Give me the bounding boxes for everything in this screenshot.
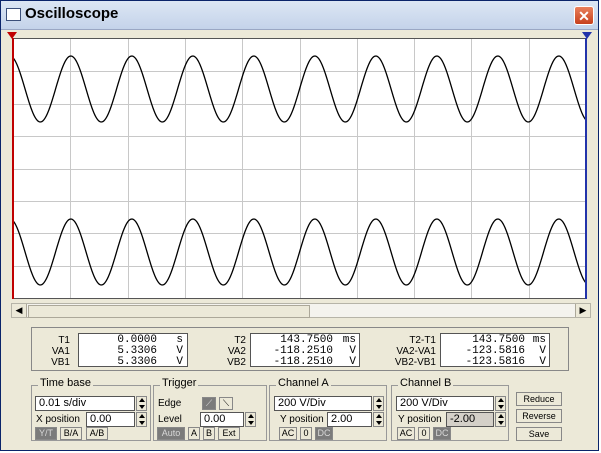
label-vb2: VB2 (227, 357, 246, 368)
label-t1: T1 (58, 335, 70, 346)
channel-b-title: Channel B (398, 377, 454, 389)
scope-graph (13, 39, 586, 298)
title-bar[interactable]: Oscilloscope ✕ (1, 1, 598, 30)
label-va1: VA1 (51, 346, 70, 357)
readout-t1-values: 0.0000 s 5.3306 V 5.3306 V (78, 333, 188, 368)
close-button[interactable]: ✕ (574, 6, 594, 25)
edge-falling-icon[interactable]: ⟍ (219, 397, 233, 410)
scroll-left-icon[interactable]: ◀ (12, 304, 27, 317)
cursor-1-line[interactable] (12, 38, 14, 299)
timebase-title: Time base (38, 377, 93, 389)
channel-b-zero-button[interactable]: 0 (418, 427, 430, 440)
xpos-label: X position (36, 414, 80, 425)
label-vb2-vb1: VB2-VB1 (394, 357, 436, 368)
channel-b-scale-spin-icon[interactable] (495, 396, 506, 411)
value-vb2-vb1: -123.5816 (465, 356, 525, 368)
trigger-title: Trigger (160, 377, 199, 389)
edge-rising-icon[interactable]: ⟋ (202, 397, 216, 410)
label-va2: VA2 (227, 346, 246, 357)
label-t2: T2 (234, 335, 246, 346)
channel-b-dc-button[interactable]: DC (433, 427, 451, 440)
readout-t2-labels: T2 VA2 VB2 (212, 335, 246, 368)
channel-a-section: Channel A 200 V/Div Y position 2.00 AC 0… (269, 377, 387, 441)
label-vb1: VB1 (51, 357, 70, 368)
window-title: Oscilloscope (25, 5, 119, 22)
channel-a-ac-button[interactable]: AC (279, 427, 297, 440)
channel-b-ypos-spin-icon[interactable] (495, 412, 506, 427)
reduce-button[interactable]: Reduce (516, 392, 562, 406)
edge-label: Edge (158, 398, 182, 409)
channel-b-ypos-field[interactable]: -2.00 (446, 412, 494, 427)
trigger-ext-button[interactable]: Ext (218, 427, 240, 440)
timebase-scale-spin-icon[interactable] (136, 396, 147, 411)
mode-yt-button[interactable]: Y/T (35, 427, 57, 440)
channel-b-scale-field[interactable]: 200 V/Div (396, 396, 494, 411)
trigger-section: Trigger Edge ⟋ ⟍ Level 0.00 Auto A B Ext (153, 377, 267, 441)
channel-a-title: Channel A (276, 377, 331, 389)
trigger-b-button[interactable]: B (203, 427, 215, 440)
scope-display (12, 38, 587, 299)
channel-a-scale-field[interactable]: 200 V/Div (274, 396, 372, 411)
label-t2-t1: T2-T1 (409, 335, 436, 346)
readout-t1-labels: T1 VA1 VB1 (36, 335, 70, 368)
value-vb1: 5.3306 (117, 356, 157, 368)
level-label: Level (158, 414, 182, 425)
app-icon (6, 8, 21, 21)
xpos-spin-icon[interactable] (136, 412, 147, 427)
trigger-level-field[interactable]: 0.00 (200, 412, 244, 427)
channel-b-ypos-label: Y position (398, 414, 442, 425)
oscilloscope-window: Oscilloscope ✕ ◀ ▶ T1 VA1 VB1 0.0000 s 5.… (0, 0, 599, 451)
xpos-field[interactable]: 0.00 (86, 412, 135, 427)
measurement-readouts: T1 VA1 VB1 0.0000 s 5.3306 V 5.3306 V T2 VA… (31, 327, 569, 371)
scroll-thumb[interactable] (28, 305, 310, 318)
readout-diff-values: 143.7500 ms -123.5816 V -123.5816 V (440, 333, 550, 368)
scroll-right-icon[interactable]: ▶ (575, 304, 590, 317)
horizontal-scrollbar[interactable]: ◀ ▶ (11, 303, 591, 318)
channel-a-ypos-field[interactable]: 2.00 (327, 412, 372, 427)
channel-b-trace (13, 218, 586, 286)
channel-b-ac-button[interactable]: AC (397, 427, 415, 440)
timebase-section: Time base 0.01 s/div X position 0.00 Y/T… (31, 377, 151, 441)
channel-a-zero-button[interactable]: 0 (300, 427, 312, 440)
channel-a-ypos-label: Y position (280, 414, 324, 425)
trigger-auto-button[interactable]: Auto (157, 427, 185, 440)
timebase-scale-field[interactable]: 0.01 s/div (35, 396, 135, 411)
readout-diff-labels: T2-T1 VA2-VA1 VB2-VB1 (384, 335, 436, 368)
mode-ba-button[interactable]: B/A (60, 427, 82, 440)
readout-t2-values: 143.7500 ms -118.2510 V -118.2510 V (250, 333, 360, 368)
channel-a-scale-spin-icon[interactable] (373, 396, 384, 411)
value-vb2: -118.2510 (273, 356, 333, 368)
cursor-2-line[interactable] (585, 38, 587, 299)
reverse-button[interactable]: Reverse (516, 409, 562, 423)
label-va2-va1: VA2-VA1 (396, 346, 436, 357)
channel-a-trace (13, 55, 586, 123)
channel-a-dc-button[interactable]: DC (315, 427, 333, 440)
save-button[interactable]: Save (516, 427, 562, 441)
channel-a-ypos-spin-icon[interactable] (373, 412, 384, 427)
trigger-a-button[interactable]: A (188, 427, 200, 440)
trigger-level-spin-icon[interactable] (245, 412, 256, 427)
channel-b-section: Channel B 200 V/Div Y position -2.00 AC … (391, 377, 509, 441)
mode-ab-button[interactable]: A/B (86, 427, 108, 440)
